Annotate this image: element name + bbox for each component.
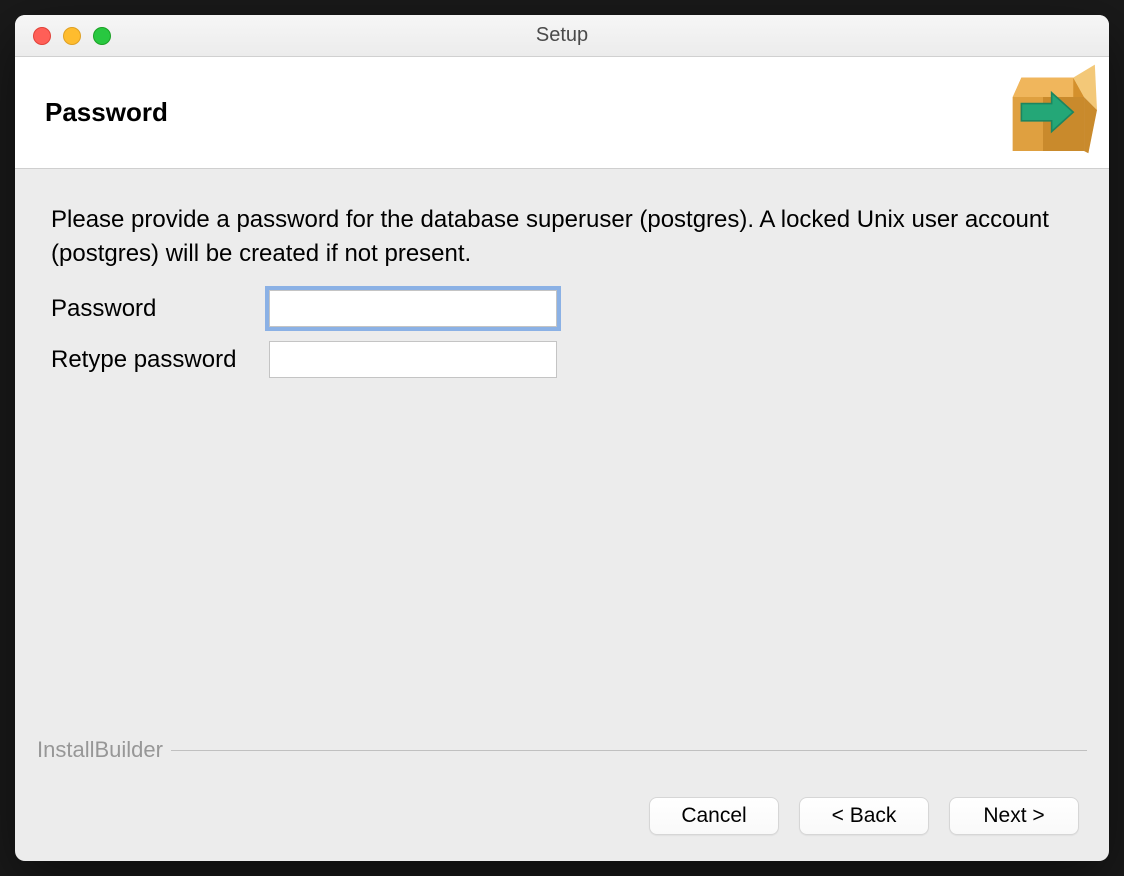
page-header: Password bbox=[15, 57, 1109, 169]
brand-label: InstallBuilder bbox=[37, 737, 171, 763]
cancel-button[interactable]: Cancel bbox=[649, 797, 779, 835]
page-title: Password bbox=[45, 97, 168, 128]
window-controls bbox=[15, 27, 111, 45]
back-button[interactable]: < Back bbox=[799, 797, 929, 835]
retype-password-label: Retype password bbox=[51, 346, 269, 374]
setup-window: Setup Password Please provide a password… bbox=[15, 15, 1109, 861]
retype-password-input[interactable] bbox=[269, 341, 557, 378]
content-area: Please provide a password for the databa… bbox=[15, 169, 1109, 861]
maximize-icon[interactable] bbox=[93, 27, 111, 45]
minimize-icon[interactable] bbox=[63, 27, 81, 45]
close-icon[interactable] bbox=[33, 27, 51, 45]
installer-box-icon bbox=[989, 56, 1097, 169]
password-label: Password bbox=[51, 295, 269, 323]
next-button[interactable]: Next > bbox=[949, 797, 1079, 835]
footer-divider: InstallBuilder bbox=[37, 737, 1087, 763]
password-input[interactable] bbox=[269, 290, 557, 327]
window-title: Setup bbox=[15, 24, 1109, 47]
instruction-text: Please provide a password for the databa… bbox=[51, 203, 1073, 270]
button-bar: Cancel < Back Next > bbox=[649, 797, 1079, 835]
titlebar: Setup bbox=[15, 15, 1109, 57]
password-row: Password bbox=[51, 290, 1073, 327]
divider-line bbox=[171, 750, 1087, 751]
retype-password-row: Retype password bbox=[51, 341, 1073, 378]
